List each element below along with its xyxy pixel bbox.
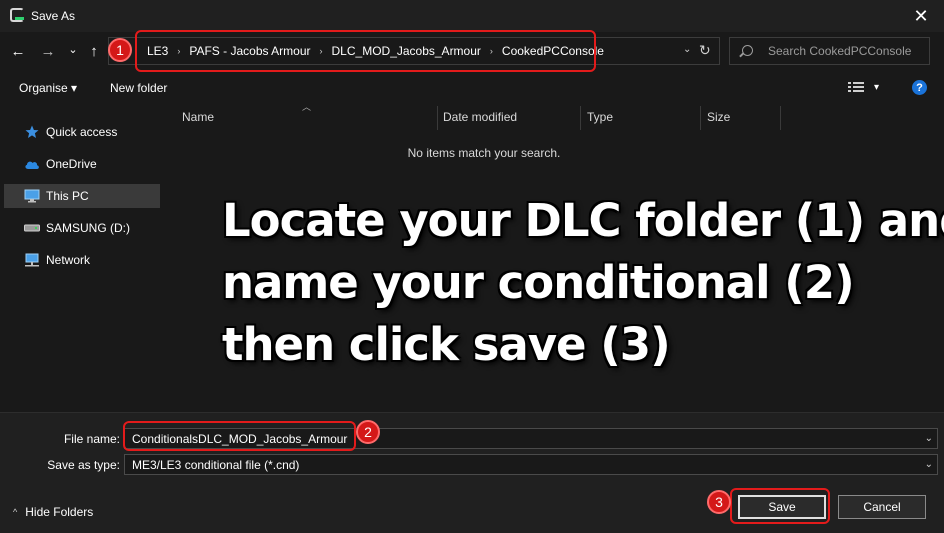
empty-folder-message: No items match your search. [407, 146, 561, 160]
annotation-badge-3: 3 [707, 490, 731, 514]
column-divider[interactable] [780, 106, 781, 130]
recent-locations-icon[interactable]: ⌄ [63, 39, 83, 59]
up-arrow-icon[interactable]: ↑ [84, 41, 104, 61]
hide-folders-label: Hide Folders [25, 505, 94, 519]
title-bar: Save As ✕ [0, 0, 944, 32]
forward-arrow-icon[interactable]: → [38, 41, 58, 61]
search-input[interactable] [768, 44, 926, 58]
chevron-down-icon[interactable]: ⌄ [925, 459, 933, 470]
app-icon [10, 8, 24, 22]
save-as-type-label: Save as type: [47, 458, 120, 472]
sidebar-item-onedrive[interactable]: OneDrive [4, 152, 160, 176]
sidebar-item-this-pc[interactable]: This PC [4, 184, 160, 208]
organise-menu[interactable]: Organise ▾ [19, 81, 77, 95]
column-header-type[interactable]: Type [587, 110, 613, 124]
instruction-line-2: name your conditional (2) [222, 256, 855, 309]
save-as-type-value: ME3/LE3 conditional file (*.cnd) [132, 458, 300, 472]
file-name-label: File name: [63, 432, 120, 446]
column-divider[interactable] [437, 106, 438, 130]
star-icon [24, 124, 40, 140]
instruction-overlay: Locate your DLC folder (1) and name your… [222, 190, 944, 376]
sidebar-item-network[interactable]: Network [4, 248, 160, 272]
sidebar-item-quick-access[interactable]: Quick access [4, 120, 160, 144]
sidebar-item-label: OneDrive [46, 157, 97, 171]
annotation-badge-1: 1 [108, 38, 132, 62]
sidebar-item-samsung-drive[interactable]: SAMSUNG (D:) [4, 216, 160, 240]
close-button[interactable]: ✕ [898, 0, 944, 32]
new-folder-button[interactable]: New folder [110, 81, 167, 95]
column-divider[interactable] [700, 106, 701, 130]
sidebar-item-label: This PC [46, 189, 89, 203]
cloud-icon [24, 156, 40, 172]
window-title: Save As [31, 9, 76, 23]
search-box[interactable] [729, 37, 930, 65]
search-icon [742, 45, 753, 56]
chevron-down-icon[interactable]: ⌄ [925, 433, 933, 444]
back-arrow-icon[interactable]: ← [8, 41, 28, 61]
help-icon[interactable]: ? [912, 80, 927, 95]
annotation-badge-2: 2 [356, 420, 380, 444]
computer-icon [24, 188, 40, 204]
column-header-date-modified[interactable]: Date modified [443, 110, 517, 124]
network-icon [24, 252, 40, 268]
column-header-size[interactable]: Size [707, 110, 730, 124]
highlight-save-button [730, 488, 830, 524]
sort-ascending-icon: ︿ [302, 102, 312, 112]
drive-icon [24, 220, 40, 236]
instruction-line-3: then click save (3) [222, 318, 671, 371]
chevron-up-icon: ^ [13, 507, 18, 517]
sidebar-item-label: Quick access [46, 125, 118, 139]
cancel-button[interactable]: Cancel [838, 495, 926, 519]
highlight-file-name [123, 421, 356, 451]
address-dropdown-icon[interactable]: ⌄ [683, 44, 691, 55]
sidebar-item-label: SAMSUNG (D:) [46, 221, 130, 235]
highlight-address-bar [135, 30, 596, 72]
instruction-line-1: Locate your DLC folder (1) and [222, 194, 944, 247]
sidebar-item-label: Network [46, 253, 91, 267]
refresh-icon[interactable]: ↻ [699, 42, 711, 59]
column-header-name[interactable]: Name [182, 110, 214, 124]
column-divider[interactable] [580, 106, 581, 130]
view-options-icon[interactable] [848, 81, 864, 93]
view-menu-chevron-icon[interactable]: ▾ [874, 82, 879, 93]
save-as-type-select[interactable]: ME3/LE3 conditional file (*.cnd) ⌄ [124, 454, 938, 475]
command-toolbar: Organise ▾ New folder ▾ ? [0, 72, 944, 104]
hide-folders-toggle[interactable]: ^ Hide Folders [13, 505, 93, 519]
navigation-pane: Quick access OneDrive This PC SAMSUNG (D… [0, 112, 163, 412]
